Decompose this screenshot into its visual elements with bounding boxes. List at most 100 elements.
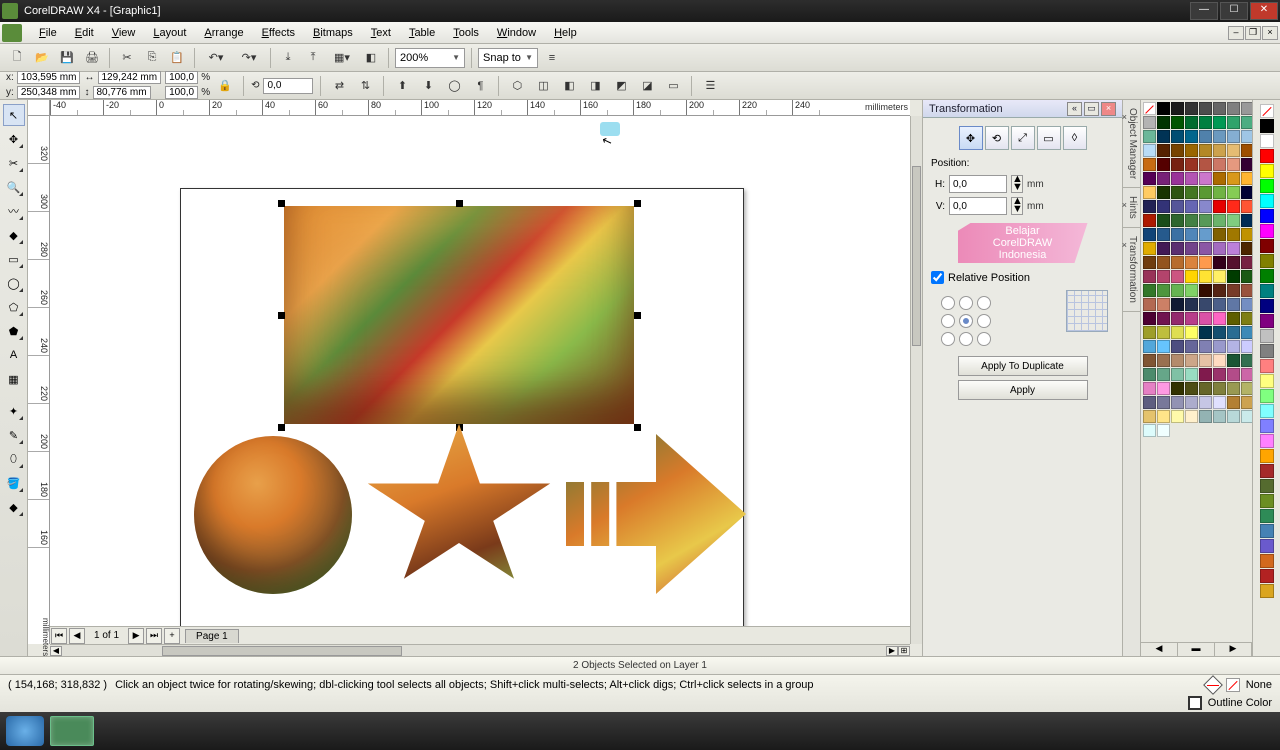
swatch[interactable] xyxy=(1227,382,1240,395)
swatch[interactable] xyxy=(1199,116,1212,129)
swatch[interactable] xyxy=(1260,359,1274,373)
undo-button[interactable]: ↶▾ xyxy=(201,47,231,69)
swatch[interactable] xyxy=(1185,214,1198,227)
swatch[interactable] xyxy=(1260,299,1274,313)
swatch[interactable] xyxy=(1213,312,1226,325)
swatch[interactable] xyxy=(1227,102,1240,115)
swatch[interactable] xyxy=(1260,494,1274,508)
swatch[interactable] xyxy=(1199,298,1212,311)
swatch[interactable] xyxy=(1241,382,1252,395)
swatch[interactable] xyxy=(1241,172,1252,185)
eyedropper-tool[interactable]: ✎ xyxy=(3,424,25,446)
swatch[interactable] xyxy=(1143,144,1156,157)
swatch[interactable] xyxy=(1241,228,1252,241)
v-spinner[interactable]: ▲▼ xyxy=(1011,197,1023,215)
wrap-button[interactable]: ¶ xyxy=(469,75,491,97)
swatch[interactable] xyxy=(1199,172,1212,185)
options-button[interactable]: ≡ xyxy=(541,47,563,69)
menu-arrange[interactable]: Arrange xyxy=(196,25,251,41)
skew-tab[interactable]: ◊ xyxy=(1063,126,1087,150)
swatch[interactable] xyxy=(1227,284,1240,297)
swatch[interactable] xyxy=(1213,242,1226,255)
mdi-close-button[interactable]: × xyxy=(1262,26,1278,40)
swatch[interactable] xyxy=(1199,144,1212,157)
swatch[interactable] xyxy=(1143,214,1156,227)
swatch[interactable] xyxy=(1185,382,1198,395)
swatch[interactable] xyxy=(1171,172,1184,185)
trim-button[interactable]: ◫ xyxy=(532,75,554,97)
swatch[interactable] xyxy=(1260,569,1274,583)
swatch[interactable] xyxy=(1241,214,1252,227)
docker-close-button[interactable]: × xyxy=(1101,102,1116,116)
swatch[interactable] xyxy=(1157,228,1170,241)
swatch[interactable] xyxy=(1241,298,1252,311)
h-spinner[interactable]: ▲▼ xyxy=(1011,175,1023,193)
vertical-scrollbar[interactable] xyxy=(910,116,922,644)
swatch[interactable] xyxy=(1260,524,1274,538)
swatch[interactable] xyxy=(1143,256,1156,269)
swatch[interactable] xyxy=(1185,256,1198,269)
relative-position-checkbox[interactable] xyxy=(931,271,944,284)
swatch[interactable] xyxy=(1260,404,1274,418)
swatch[interactable] xyxy=(1260,134,1274,148)
swatch[interactable] xyxy=(1143,368,1156,381)
swatch[interactable] xyxy=(1157,382,1170,395)
swatch[interactable] xyxy=(1260,194,1274,208)
swatch[interactable] xyxy=(1241,186,1252,199)
swatch[interactable] xyxy=(1157,368,1170,381)
import-button[interactable]: ⤓ xyxy=(277,47,299,69)
swatch[interactable] xyxy=(1143,242,1156,255)
swatch[interactable] xyxy=(1199,130,1212,143)
menu-text[interactable]: Text xyxy=(363,25,399,41)
redo-button[interactable]: ↷▾ xyxy=(234,47,264,69)
swatch[interactable] xyxy=(1171,382,1184,395)
swatch[interactable] xyxy=(1143,130,1156,143)
welcome-button[interactable]: ◧ xyxy=(360,47,382,69)
width-input[interactable]: 129,242 mm xyxy=(98,71,162,84)
swatch[interactable] xyxy=(1213,354,1226,367)
swatch[interactable] xyxy=(1143,382,1156,395)
swatch[interactable] xyxy=(1157,270,1170,283)
crop-tool[interactable]: ✂ xyxy=(3,152,25,174)
swatch[interactable] xyxy=(1157,172,1170,185)
zoom-tool[interactable]: 🔍 xyxy=(3,176,25,198)
swatch[interactable] xyxy=(1185,298,1198,311)
swatch[interactable] xyxy=(1227,130,1240,143)
swatch[interactable] xyxy=(1213,144,1226,157)
apply-duplicate-button[interactable]: Apply To Duplicate xyxy=(958,356,1088,376)
swatch[interactable] xyxy=(1157,242,1170,255)
swatch[interactable] xyxy=(1185,172,1198,185)
copy-button[interactable]: ⎘ xyxy=(141,47,163,69)
cut-button[interactable]: ✂ xyxy=(116,47,138,69)
swatch[interactable] xyxy=(1171,228,1184,241)
viewport[interactable]: ↖ xyxy=(50,116,910,626)
swatch[interactable] xyxy=(1227,158,1240,171)
swatch[interactable] xyxy=(1143,116,1156,129)
swatch[interactable] xyxy=(1241,340,1252,353)
swatch[interactable] xyxy=(1241,410,1252,423)
swatch[interactable] xyxy=(1143,228,1156,241)
position-tab[interactable]: ✥ xyxy=(959,126,983,150)
swatch[interactable] xyxy=(1260,419,1274,433)
back-minus-front-button[interactable]: ◪ xyxy=(636,75,658,97)
swatch[interactable] xyxy=(1185,396,1198,409)
swatch[interactable] xyxy=(1199,158,1212,171)
swatch[interactable] xyxy=(1199,214,1212,227)
swatch[interactable] xyxy=(1143,158,1156,171)
swatch[interactable] xyxy=(1227,340,1240,353)
swatch[interactable] xyxy=(1241,256,1252,269)
swatch[interactable] xyxy=(1185,158,1198,171)
to-back-button[interactable]: ⬇ xyxy=(417,75,439,97)
y-input[interactable]: 250,348 mm xyxy=(17,86,81,99)
swatch[interactable] xyxy=(1199,242,1212,255)
selection-handle-br[interactable] xyxy=(634,424,641,431)
swatch[interactable] xyxy=(1157,410,1170,423)
start-button[interactable] xyxy=(6,716,44,746)
interactive-tool[interactable]: ✦ xyxy=(3,400,25,422)
swatch[interactable] xyxy=(1213,368,1226,381)
interactive-fill-tool[interactable]: ◆ xyxy=(3,496,25,518)
swatch[interactable] xyxy=(1143,326,1156,339)
swatch[interactable] xyxy=(1143,396,1156,409)
swatch[interactable] xyxy=(1185,354,1198,367)
swatch[interactable] xyxy=(1185,200,1198,213)
